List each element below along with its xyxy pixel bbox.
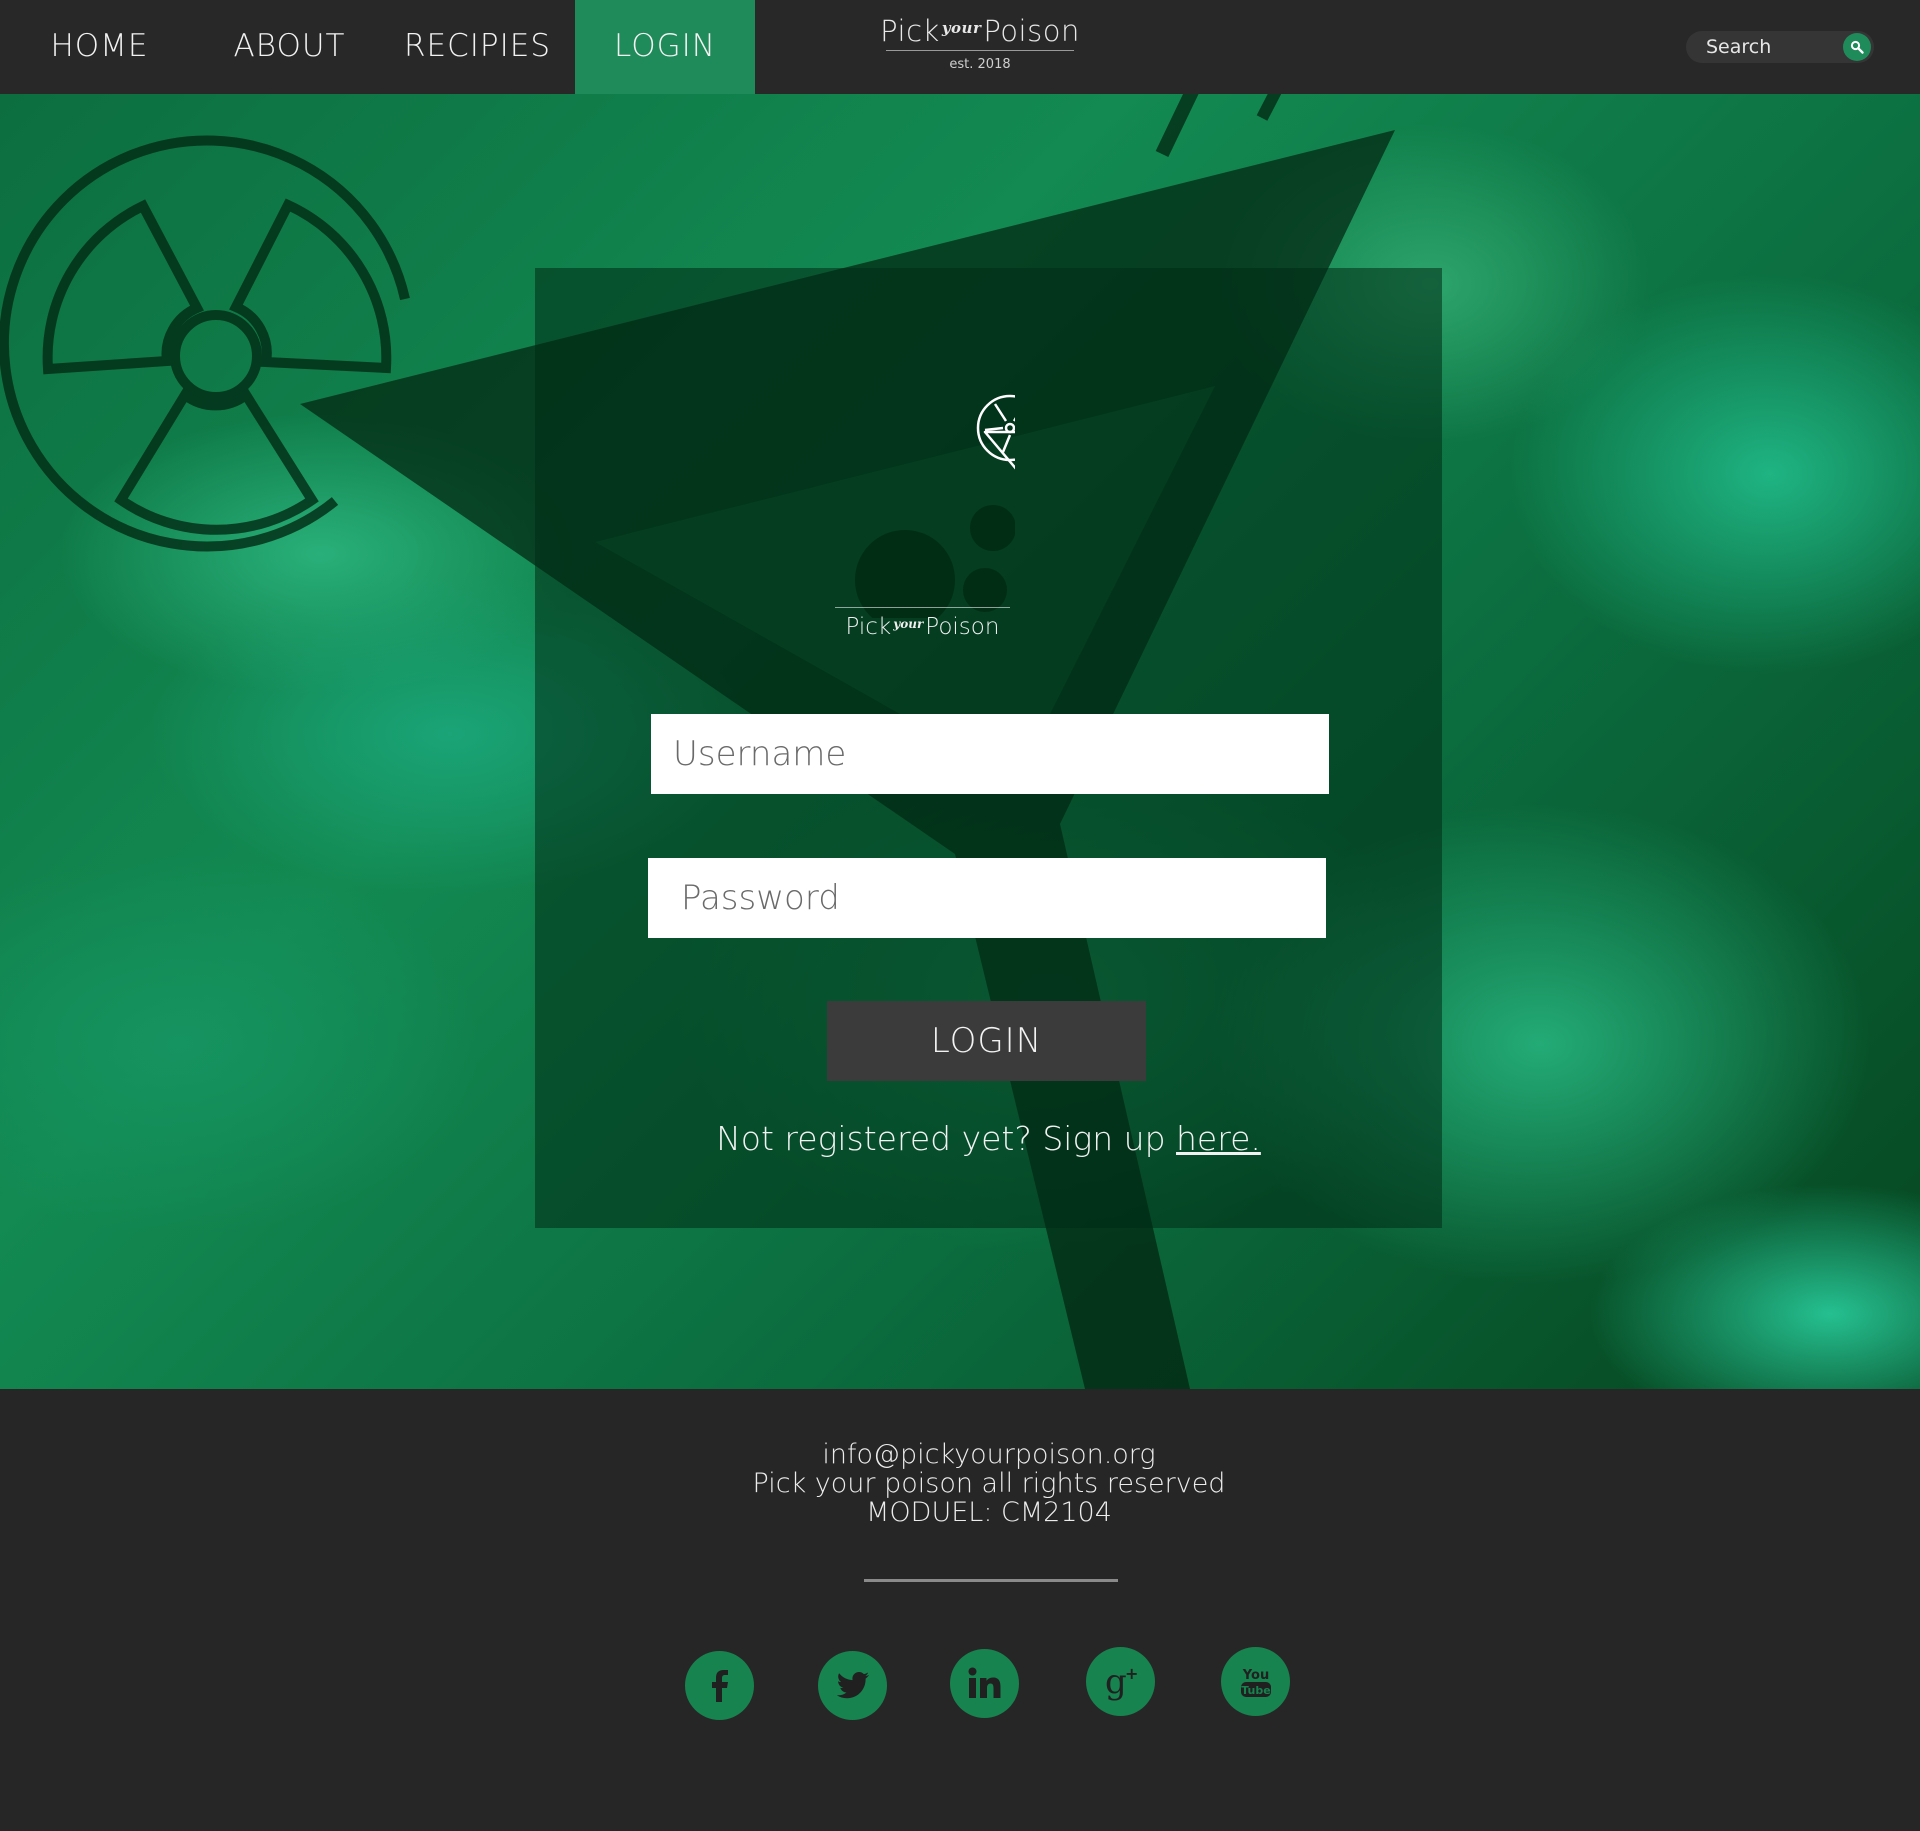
bubble-large xyxy=(855,530,955,618)
google-plus-button[interactable]: g + xyxy=(1086,1647,1155,1716)
nav-login[interactable]: LOGIN xyxy=(575,0,755,94)
svg-text:g: g xyxy=(1105,1662,1127,1702)
login-card: PickyourPoison LOGIN Not registered yet?… xyxy=(535,268,1442,1228)
bubble-small xyxy=(963,568,1007,612)
logo-illustration xyxy=(855,394,1015,618)
youtube-icon: You Tube xyxy=(1240,1668,1271,1697)
facebook-button[interactable] xyxy=(685,1651,754,1720)
search-box xyxy=(1686,31,1874,63)
nav-brand-logo[interactable]: Pick yourPoison est. 2018 xyxy=(880,14,1080,72)
bubble-medium xyxy=(970,505,1015,551)
footer-email[interactable]: info@pickyourpoison.org xyxy=(0,1439,1920,1470)
linkedin-button[interactable] xyxy=(950,1649,1019,1718)
nav-home[interactable]: HOME xyxy=(0,0,199,94)
signup-prompt: Not registered yet? Sign up here. xyxy=(535,1119,1442,1158)
username-input[interactable] xyxy=(651,714,1329,794)
card-brand-name: Pick yourPoison xyxy=(845,614,1000,640)
facebook-icon xyxy=(711,1669,728,1702)
svg-text:Tube: Tube xyxy=(1241,1684,1270,1697)
footer-divider xyxy=(864,1579,1118,1582)
search-button[interactable] xyxy=(1843,33,1871,61)
hero-background: PickyourPoison LOGIN Not registered yet?… xyxy=(0,94,1920,1389)
login-button[interactable]: LOGIN xyxy=(827,1001,1146,1081)
radiation-symbol-icon xyxy=(0,135,410,552)
youtube-button[interactable]: You Tube xyxy=(1221,1647,1290,1716)
signup-text: Not registered yet? Sign up xyxy=(716,1119,1177,1158)
nav-recipies[interactable]: RECIPIES xyxy=(380,0,575,94)
brand-underline xyxy=(886,50,1074,51)
footer: info@pickyourpoison.org Pick your poison… xyxy=(0,1389,1920,1831)
brand-name: Pick yourPoison xyxy=(880,14,1080,48)
nav-about[interactable]: ABOUT xyxy=(199,0,380,94)
search-icon xyxy=(1850,40,1864,54)
password-input[interactable] xyxy=(648,858,1326,938)
svg-text:You: You xyxy=(1241,1668,1268,1683)
top-nav: HOME ABOUT RECIPIES LOGIN Pick yourPoison… xyxy=(0,0,1920,94)
footer-module: MODUEL: CM2104 xyxy=(866,1497,1112,1528)
search-input[interactable] xyxy=(1706,31,1836,63)
google-plus-icon: g + xyxy=(1105,1662,1138,1702)
twitter-icon xyxy=(836,1671,869,1698)
twitter-button[interactable] xyxy=(818,1651,887,1720)
brand-established: est. 2018 xyxy=(949,57,1011,72)
card-brand-divider xyxy=(835,607,1010,608)
signup-link[interactable]: here. xyxy=(1176,1119,1261,1158)
linkedin-icon xyxy=(968,1667,1000,1698)
svg-text:+: + xyxy=(1125,1664,1138,1683)
footer-rights: Pick your poison all rights reserved xyxy=(752,1468,1226,1499)
